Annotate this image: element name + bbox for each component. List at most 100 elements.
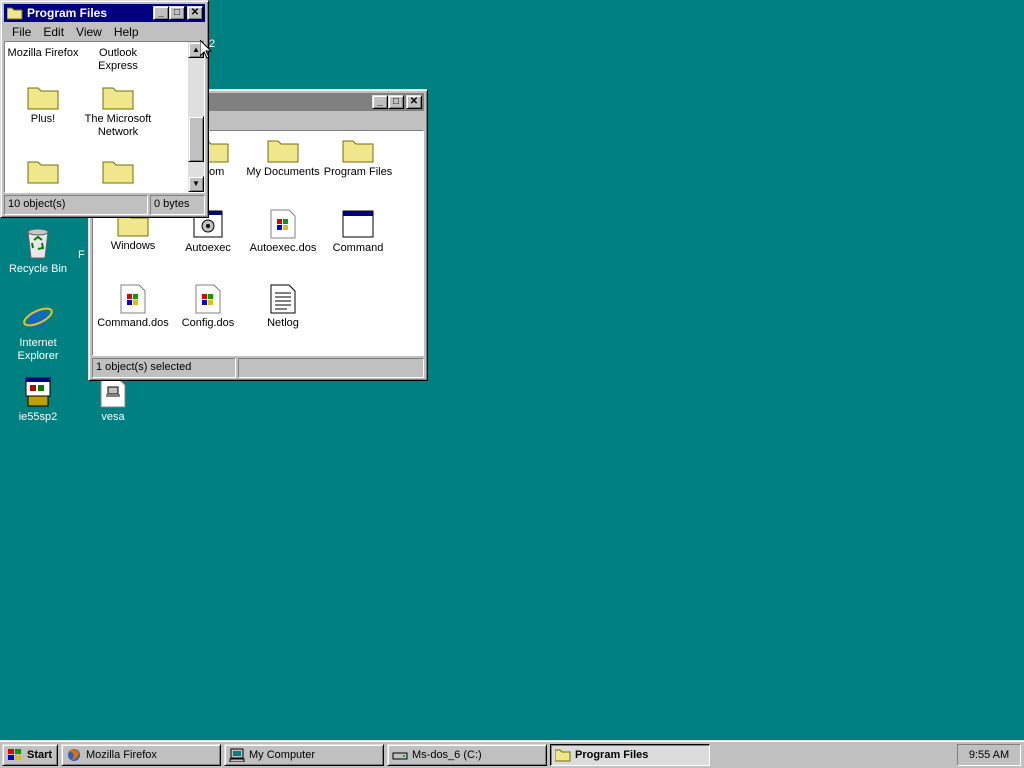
- maximize-button[interactable]: □: [388, 95, 404, 109]
- status-object-count: 10 object(s): [4, 195, 148, 215]
- item-label: The Microsoft Network: [84, 113, 152, 138]
- desktop-icon-label: ie55sp2: [18, 411, 58, 423]
- task-button-program-files[interactable]: Program Files: [550, 743, 710, 766]
- folder-icon: [27, 87, 59, 110]
- minimize-button[interactable]: _: [153, 6, 169, 20]
- windows-logo-icon: [8, 748, 21, 760]
- folder-icon: [27, 161, 59, 184]
- file-item[interactable]: Autoexec.dos: [245, 209, 321, 255]
- firefox-icon: [68, 748, 80, 761]
- program-files-menubar: File Edit View Help: [4, 22, 205, 41]
- item-label: Mozilla Firefox: [7, 47, 79, 59]
- taskbar: Start Mozilla Firefox My Computer Ms-dos…: [0, 740, 1024, 768]
- maximize-icon: □: [392, 96, 400, 107]
- minimize-button[interactable]: _: [372, 95, 388, 109]
- program-file-icon: [100, 378, 126, 408]
- folder-icon: [342, 140, 374, 163]
- item-label: Outlook Express: [98, 47, 138, 72]
- menu-edit[interactable]: Edit: [37, 25, 70, 39]
- task-label: Mozilla Firefox: [86, 748, 157, 761]
- status-selected: 1 object(s) selected: [92, 358, 236, 378]
- item-label: Command: [332, 242, 384, 254]
- clock[interactable]: 9:55 AM: [969, 749, 1009, 761]
- maximize-icon: □: [173, 7, 181, 18]
- recycle-bin-icon: [27, 228, 49, 259]
- windows-doc-icon: [195, 284, 221, 314]
- task-label: Ms-dos_6 (C:): [412, 748, 482, 761]
- folder-item[interactable]: Mozilla Firefox: [5, 44, 86, 60]
- drive-icon: [392, 752, 408, 759]
- item-label: Command.dos: [97, 317, 169, 329]
- program-files-statusbar: 10 object(s) 0 bytes: [4, 195, 205, 215]
- item-label: My Documents: [246, 166, 320, 178]
- close-button[interactable]: ✕: [406, 95, 422, 109]
- file-item[interactable]: Netlog: [245, 284, 321, 330]
- my-computer-icon: [229, 748, 245, 762]
- status-bytes: 0 bytes: [150, 195, 205, 215]
- desktop-icon-ie55sp2[interactable]: ie55sp2: [0, 376, 76, 424]
- open-folder-icon: [555, 749, 571, 761]
- task-button-firefox[interactable]: Mozilla Firefox: [61, 743, 221, 766]
- task-button-my-computer[interactable]: My Computer: [224, 743, 384, 766]
- close-button[interactable]: ✕: [187, 6, 203, 20]
- up-arrow-icon: ▲: [192, 45, 200, 54]
- scroll-thumb[interactable]: [188, 116, 204, 162]
- desktop-icon-recycle-bin[interactable]: Recycle Bin: [0, 226, 76, 276]
- file-item[interactable]: Command: [320, 209, 396, 255]
- svg-text:e: e: [28, 300, 48, 334]
- close-icon: ✕: [190, 7, 200, 18]
- folder-item[interactable]: Plus!: [5, 84, 81, 126]
- start-button[interactable]: Start: [2, 743, 58, 766]
- scroll-down-button[interactable]: ▼: [188, 176, 204, 192]
- ms-dos-program-icon: [342, 210, 374, 238]
- program-files-titlebar[interactable]: Program Files _ □ ✕: [4, 4, 205, 22]
- minimize-icon: _: [377, 96, 383, 107]
- folder-icon: [102, 161, 134, 184]
- desktop-icon-label: Internet Explorer: [17, 337, 59, 362]
- folder-item[interactable]: Program Files: [320, 137, 396, 179]
- system-tray: 9:55 AM: [957, 744, 1021, 766]
- item-label: Autoexec: [185, 242, 231, 254]
- folder-icon: [267, 140, 299, 163]
- open-folder-icon: [7, 7, 23, 20]
- down-arrow-icon: ▼: [192, 179, 200, 188]
- setup-icon: [25, 377, 51, 407]
- file-item[interactable]: Command.dos: [95, 284, 171, 330]
- start-label: Start: [27, 748, 53, 761]
- desktop-icon-vesa[interactable]: vesa: [75, 378, 151, 424]
- folder-item[interactable]: [80, 158, 156, 187]
- internet-explorer-icon: e: [23, 300, 53, 334]
- program-files-window[interactable]: Program Files _ □ ✕ File Edit View Help …: [0, 0, 209, 218]
- maximize-button[interactable]: □: [169, 6, 185, 20]
- task-label: Program Files: [575, 748, 649, 761]
- item-label: Config.dos: [181, 317, 235, 329]
- window-title: Program Files: [27, 6, 108, 20]
- desktop-icon-label: Recycle Bin: [8, 263, 68, 275]
- item-label: Netlog: [267, 317, 299, 329]
- menu-view[interactable]: View: [70, 25, 108, 39]
- folder-icon: [102, 87, 134, 110]
- folder-item[interactable]: The Microsoft Network: [80, 84, 156, 139]
- item-label: Autoexec.dos: [249, 242, 317, 254]
- folder-item[interactable]: Outlook Express: [80, 44, 156, 73]
- vertical-scrollbar[interactable]: ▲ ▼: [188, 42, 204, 192]
- program-files-content[interactable]: Mozilla Firefox Outlook Express Plus! Th…: [4, 41, 205, 193]
- windows-doc-icon: [120, 284, 146, 314]
- text-document-icon: [270, 284, 296, 314]
- menu-file[interactable]: File: [6, 25, 37, 39]
- drive-window-statusbar: 1 object(s) selected: [92, 358, 424, 378]
- desktop-icon-internet-explorer[interactable]: e Internet Explorer: [0, 300, 76, 363]
- file-item[interactable]: Config.dos: [170, 284, 246, 330]
- item-label: Windows: [110, 240, 156, 252]
- folder-item[interactable]: My Documents: [245, 137, 321, 179]
- item-label: Plus!: [30, 113, 56, 125]
- folder-item[interactable]: [5, 158, 81, 187]
- close-icon: ✕: [409, 96, 419, 107]
- task-label: My Computer: [249, 748, 316, 761]
- task-button-drive-c[interactable]: Ms-dos_6 (C:): [387, 743, 547, 766]
- mouse-cursor-icon: [200, 40, 212, 59]
- windows-doc-icon: [270, 209, 296, 239]
- menu-help[interactable]: Help: [108, 25, 145, 39]
- desktop-icon-label: vesa: [101, 411, 125, 423]
- item-label: Program Files: [323, 166, 393, 178]
